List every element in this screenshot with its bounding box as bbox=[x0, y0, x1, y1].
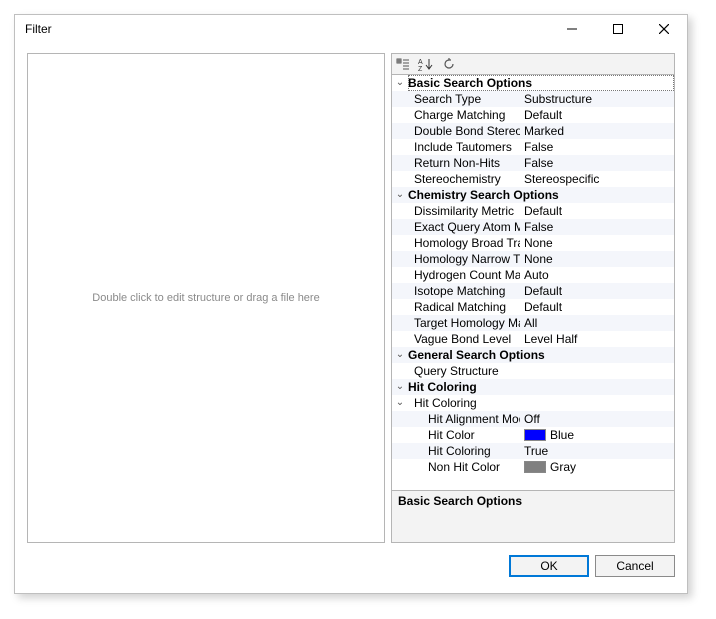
property-name[interactable]: Include Tautomers bbox=[412, 139, 520, 155]
property-grid-pane: A Z ⌄Basic Search OptionsSearch Type bbox=[391, 53, 675, 543]
category-header[interactable]: Basic Search Options bbox=[408, 75, 674, 91]
property-name[interactable]: Target Homology Matching bbox=[412, 315, 520, 331]
filter-dialog: Filter Double click to edit structure or… bbox=[14, 14, 688, 594]
property-name[interactable]: Homology Broad Translation bbox=[412, 235, 520, 251]
property-value[interactable]: Off bbox=[520, 411, 674, 427]
category-header[interactable]: General Search Options bbox=[408, 347, 674, 363]
property-name[interactable]: Dissimilarity Metric bbox=[412, 203, 520, 219]
property-name[interactable]: Stereochemistry bbox=[412, 171, 520, 187]
property-name[interactable]: Radical Matching bbox=[412, 299, 520, 315]
titlebar: Filter bbox=[15, 15, 687, 43]
property-value[interactable]: False bbox=[520, 139, 674, 155]
property-value[interactable]: Default bbox=[520, 107, 674, 123]
property-value[interactable]: Gray bbox=[520, 459, 674, 475]
property-name[interactable]: Non Hit Color bbox=[426, 459, 520, 475]
property-value[interactable]: Stereospecific bbox=[520, 171, 674, 187]
property-name[interactable]: Isotope Matching bbox=[412, 283, 520, 299]
help-title: Basic Search Options bbox=[398, 494, 522, 508]
expander-icon[interactable]: ⌄ bbox=[392, 350, 408, 360]
color-swatch bbox=[524, 461, 546, 473]
property-name[interactable]: Hit Color bbox=[426, 427, 520, 443]
property-value[interactable]: Substructure bbox=[520, 91, 674, 107]
cancel-button[interactable]: Cancel bbox=[595, 555, 675, 577]
expander-icon[interactable]: ⌄ bbox=[392, 382, 408, 392]
expander-icon[interactable]: ⌄ bbox=[392, 190, 408, 200]
reset-icon[interactable] bbox=[442, 57, 456, 71]
property-value[interactable]: Blue bbox=[520, 427, 674, 443]
property-name[interactable]: Exact Query Atom Matching bbox=[412, 219, 520, 235]
subgroup-header[interactable]: Hit Coloring bbox=[412, 395, 520, 411]
property-value[interactable]: Marked bbox=[520, 123, 674, 139]
property-name[interactable]: Homology Narrow Translation bbox=[412, 251, 520, 267]
property-name[interactable]: Hit Alignment Mode bbox=[426, 411, 520, 427]
color-swatch bbox=[524, 429, 546, 441]
property-name[interactable]: Hydrogen Count Matching bbox=[412, 267, 520, 283]
alphabetical-sort-icon[interactable]: A Z bbox=[418, 57, 434, 71]
property-grid[interactable]: ⌄Basic Search OptionsSearch TypeSubstruc… bbox=[391, 75, 675, 491]
property-grid-toolbar: A Z bbox=[391, 53, 675, 75]
property-name[interactable]: Vague Bond Level bbox=[412, 331, 520, 347]
ok-button[interactable]: OK bbox=[509, 555, 589, 577]
property-name[interactable]: Return Non-Hits bbox=[412, 155, 520, 171]
category-header[interactable]: Hit Coloring bbox=[408, 379, 674, 395]
close-button[interactable] bbox=[641, 15, 687, 43]
structure-editor-hint: Double click to edit structure or drag a… bbox=[92, 292, 319, 304]
category-header[interactable]: Chemistry Search Options bbox=[408, 187, 674, 203]
expander-icon[interactable]: ⌄ bbox=[392, 398, 408, 408]
property-name[interactable]: Search Type bbox=[412, 91, 520, 107]
categorized-icon[interactable] bbox=[396, 57, 410, 71]
property-name[interactable]: Charge Matching bbox=[412, 107, 520, 123]
expander-icon[interactable]: ⌄ bbox=[392, 78, 408, 88]
property-name[interactable]: Hit Coloring bbox=[426, 443, 520, 459]
structure-editor-pane[interactable]: Double click to edit structure or drag a… bbox=[27, 53, 385, 543]
window-title: Filter bbox=[25, 22, 52, 36]
dialog-button-row: OK Cancel bbox=[27, 551, 675, 581]
maximize-button[interactable] bbox=[595, 15, 641, 43]
property-value[interactable]: Default bbox=[520, 299, 674, 315]
property-value[interactable]: False bbox=[520, 155, 674, 171]
property-value[interactable]: None bbox=[520, 251, 674, 267]
svg-text:Z: Z bbox=[418, 66, 423, 71]
property-grid-help: Basic Search Options bbox=[391, 491, 675, 543]
minimize-button[interactable] bbox=[549, 15, 595, 43]
svg-text:A: A bbox=[418, 59, 423, 66]
property-value[interactable]: Auto bbox=[520, 267, 674, 283]
property-value[interactable]: None bbox=[520, 235, 674, 251]
property-name[interactable]: Double Bond Stereo Chemistry bbox=[412, 123, 520, 139]
property-value[interactable]: True bbox=[520, 443, 674, 459]
property-name[interactable]: Query Structure bbox=[412, 363, 520, 379]
property-value[interactable]: Default bbox=[520, 283, 674, 299]
property-value[interactable]: All bbox=[520, 315, 674, 331]
property-value[interactable]: False bbox=[520, 219, 674, 235]
property-value[interactable]: Default bbox=[520, 203, 674, 219]
property-value[interactable]: Level Half bbox=[520, 331, 674, 347]
